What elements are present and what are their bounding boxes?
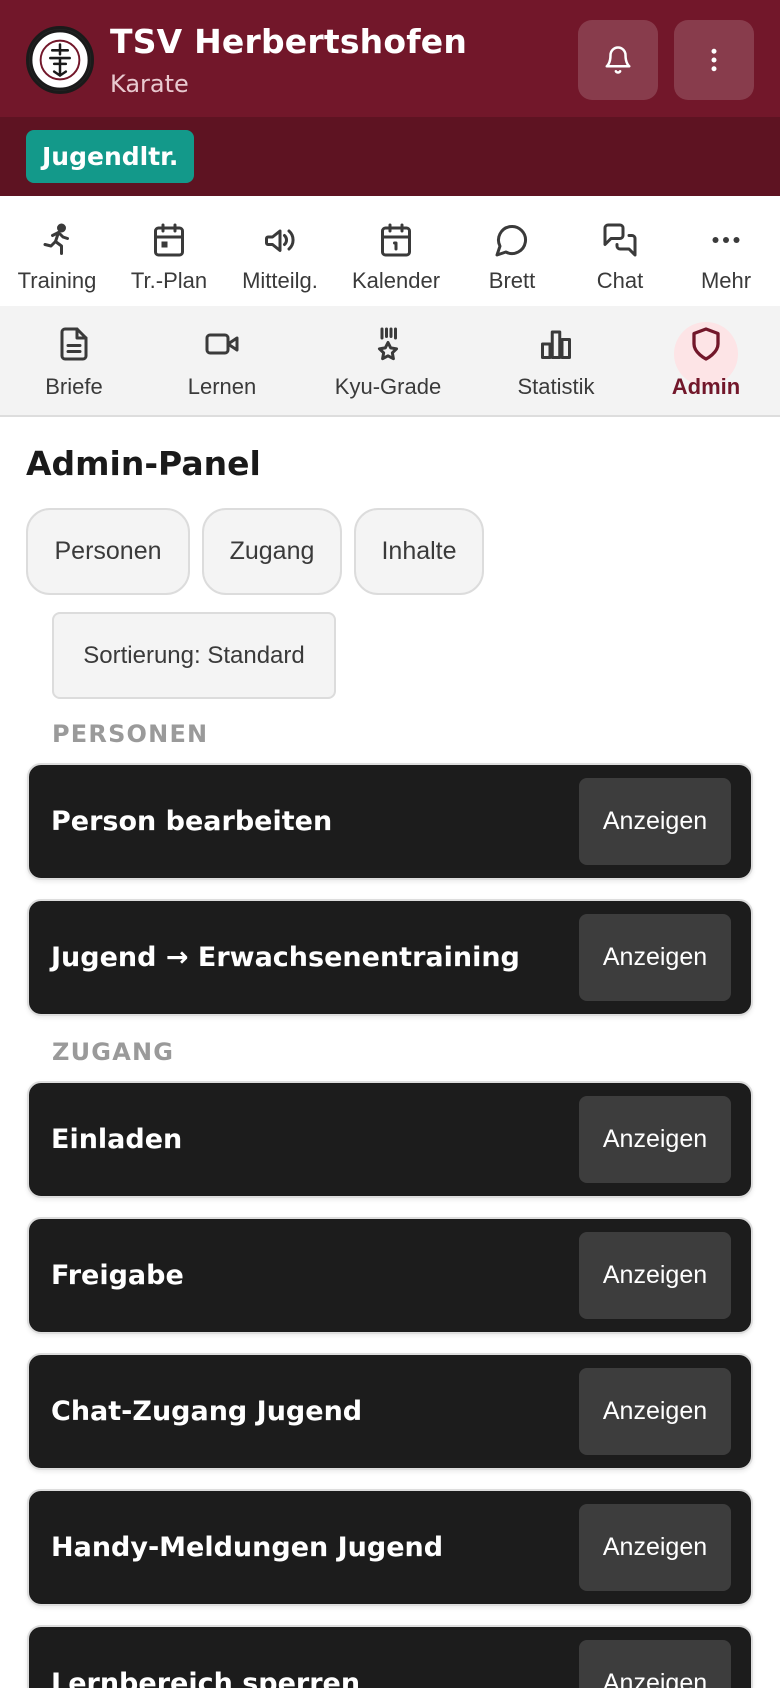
admin-card: Jugend → Erwachsenentraining Anzeigen	[27, 899, 753, 1016]
show-button[interactable]: Anzeigen	[579, 1504, 731, 1591]
admin-card: Einladen Anzeigen	[27, 1081, 753, 1198]
nav-item-label: Briefe	[45, 374, 103, 399]
section-label-personen: PERSONEN	[52, 720, 209, 748]
show-button[interactable]: Anzeigen	[579, 1096, 731, 1183]
club-title: TSV Herbertshofen	[110, 22, 468, 61]
video-icon	[205, 333, 239, 355]
nav-item-brett[interactable]: Brett	[462, 196, 562, 306]
filter-chip-personen[interactable]: Personen	[26, 508, 190, 595]
club-subtitle: Karate	[110, 70, 189, 98]
calendar-icon	[381, 223, 411, 257]
card-title: Handy-Meldungen Jugend	[51, 1532, 444, 1563]
role-bar: Jugendltr.	[0, 117, 780, 196]
nav-item-label: Kalender	[351, 268, 441, 293]
card-title: Lernbereich sperren	[51, 1668, 361, 1688]
nav-item-label: Admin	[671, 374, 741, 399]
nav-item-mitteilungen[interactable]: Mitteilg.	[230, 196, 330, 306]
nav-item-label: Kyu-Grade	[334, 374, 442, 399]
speech-bubble-icon	[495, 224, 528, 257]
nav-item-briefe[interactable]: Briefe	[24, 306, 124, 416]
app-header: TSV Herbertshofen Karate	[0, 0, 780, 117]
bell-icon	[605, 46, 631, 74]
nav-item-label: Lernen	[187, 374, 257, 399]
shield-icon	[692, 327, 720, 361]
nav-item-mehr[interactable]: Mehr	[676, 196, 776, 306]
card-title: Jugend → Erwachsenentraining	[51, 942, 520, 973]
sort-button[interactable]: Sortierung: Standard	[52, 612, 336, 699]
secondary-nav: Briefe Lernen Kyu-Grade Statistik Admin	[0, 306, 780, 417]
admin-card: Handy-Meldungen Jugend Anzeigen	[27, 1489, 753, 1606]
nav-item-label: Tr.-Plan	[130, 268, 208, 293]
page-title: Admin-Panel	[26, 444, 261, 483]
admin-card: Chat-Zugang Jugend Anzeigen	[27, 1353, 753, 1470]
nav-item-kyu-grade[interactable]: Kyu-Grade	[328, 306, 448, 416]
show-button[interactable]: Anzeigen	[579, 1232, 731, 1319]
card-title: Person bearbeiten	[51, 806, 333, 837]
nav-item-label: Mehr	[700, 268, 752, 293]
card-title: Chat-Zugang Jugend	[51, 1396, 363, 1427]
nav-item-label: Training	[17, 268, 97, 293]
more-horizontal-icon	[712, 237, 740, 243]
admin-card: Lernbereich sperren Anzeigen	[27, 1625, 753, 1688]
nav-item-admin[interactable]: Admin	[656, 306, 756, 416]
nav-item-label: Mitteilg.	[242, 268, 318, 293]
megaphone-icon	[265, 229, 295, 252]
calendar-icon	[154, 223, 184, 257]
club-logo-icon	[26, 26, 94, 94]
nav-item-training[interactable]: Training	[8, 196, 106, 306]
document-icon	[60, 327, 88, 361]
card-title: Einladen	[51, 1124, 183, 1155]
more-vertical-icon	[711, 48, 717, 72]
running-person-icon	[43, 223, 69, 255]
chat-bubbles-icon	[603, 223, 637, 257]
section-label-zugang: ZUGANG	[52, 1038, 175, 1066]
primary-nav: Training Tr.-Plan Mitteilg. Kalender Bre…	[0, 196, 780, 306]
medal-icon	[377, 327, 399, 361]
notifications-button[interactable]	[578, 20, 658, 100]
nav-item-chat[interactable]: Chat	[570, 196, 670, 306]
nav-item-label: Brett	[488, 268, 536, 293]
show-button[interactable]: Anzeigen	[579, 914, 731, 1001]
nav-item-kalender[interactable]: Kalender	[346, 196, 446, 306]
show-button[interactable]: Anzeigen	[579, 1368, 731, 1455]
role-badge[interactable]: Jugendltr.	[26, 130, 195, 183]
nav-item-statistik[interactable]: Statistik	[506, 306, 606, 416]
nav-item-label: Statistik	[517, 374, 595, 399]
filter-chip-inhalte[interactable]: Inhalte	[354, 508, 484, 595]
show-button[interactable]: Anzeigen	[579, 778, 731, 865]
admin-card: Freigabe Anzeigen	[27, 1217, 753, 1334]
nav-item-label: Chat	[596, 268, 644, 293]
bar-chart-icon	[541, 330, 571, 359]
more-options-button[interactable]	[674, 20, 754, 100]
admin-card: Person bearbeiten Anzeigen	[27, 763, 753, 880]
filter-chip-zugang[interactable]: Zugang	[202, 508, 342, 595]
nav-item-trplan[interactable]: Tr.-Plan	[120, 196, 218, 306]
nav-item-lernen[interactable]: Lernen	[172, 306, 272, 416]
card-title: Freigabe	[51, 1260, 184, 1291]
show-button[interactable]: Anzeigen	[579, 1640, 731, 1688]
